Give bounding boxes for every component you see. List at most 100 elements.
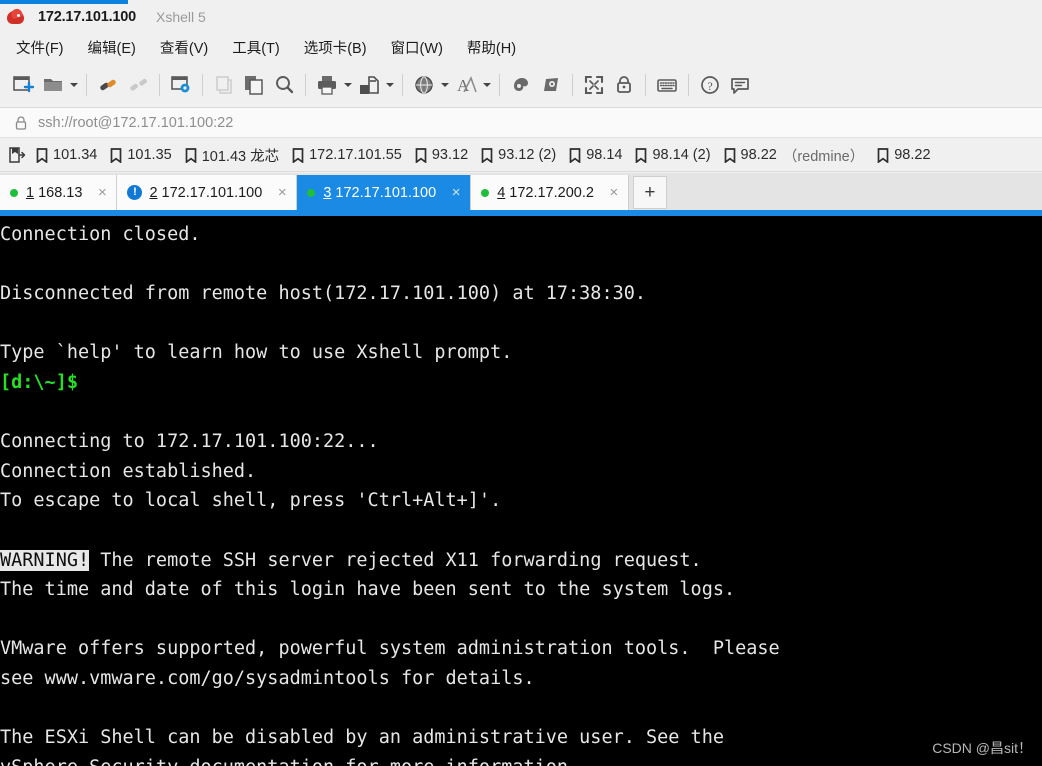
bookmark-icon: [415, 147, 427, 163]
tab-status-alert-icon: !: [127, 185, 143, 200]
toolbar-divider: [159, 74, 160, 96]
tab-close-icon[interactable]: ×: [274, 185, 290, 200]
globe-caret-down-icon[interactable]: [439, 70, 451, 100]
tab-number: 2: [149, 184, 158, 201]
transfer-caret-down-icon[interactable]: [384, 70, 396, 100]
bookmark-item[interactable]: 98.22 （redmine）: [724, 145, 864, 166]
open-folder-icon[interactable]: [38, 70, 68, 100]
print-icon[interactable]: [312, 70, 342, 100]
lock-icon: [14, 115, 28, 131]
bookmark-item[interactable]: 172.17.101.55: [292, 147, 402, 163]
toolbar-divider: [86, 74, 87, 96]
bookmark-icon: [36, 147, 48, 163]
globe-icon[interactable]: [409, 70, 439, 100]
bookmark-icon: [877, 147, 889, 163]
app-name-label: Xshell 5: [156, 9, 206, 25]
address-input[interactable]: ssh://root@172.17.101.100:22: [38, 115, 233, 131]
tab-2[interactable]: ! 2 172.17.101.100 ×: [117, 175, 298, 210]
menu-tools[interactable]: 工具(T): [230, 35, 282, 60]
terminal-line: To escape to local shell, press 'Ctrl+Al…: [0, 490, 502, 512]
add-bookmark-icon[interactable]: [6, 144, 28, 166]
bookmark-label: 101.34: [53, 147, 98, 163]
menu-tabs[interactable]: 选项卡(B): [302, 35, 369, 60]
font-caret-down-icon[interactable]: [481, 70, 493, 100]
chat-icon[interactable]: [725, 70, 755, 100]
find-icon[interactable]: [269, 70, 299, 100]
terminal-line: WARNING! The remote SSH server rejected …: [0, 546, 1042, 576]
warning-badge: WARNING!: [0, 549, 90, 571]
bookmark-icon: [724, 147, 736, 163]
bookmark-item[interactable]: 98.14: [569, 147, 622, 163]
terminal-line: [d:\~]$: [0, 368, 1042, 398]
open-folder-caret-down-icon[interactable]: [68, 70, 80, 100]
watermark-label: CSDN @昌sit！: [932, 740, 1032, 756]
lock-icon[interactable]: [609, 70, 639, 100]
bookmark-label: 98.22: [740, 147, 777, 163]
bookmark-item[interactable]: 98.22: [877, 147, 931, 163]
toolbar-divider: [402, 74, 403, 96]
bookmark-icon: [481, 147, 493, 163]
new-tab-button[interactable]: +: [632, 176, 667, 209]
tab-close-icon[interactable]: ×: [606, 185, 622, 200]
bookmark-label: 172.17.101.55: [309, 147, 402, 163]
bookmark-item[interactable]: 98.14 (2): [635, 147, 711, 163]
terminal-line: Type `help' to learn how to use Xshell p…: [0, 342, 513, 364]
tab-number: 1: [26, 184, 35, 201]
disconnect-icon: [123, 70, 153, 100]
toolbar-divider: [688, 74, 689, 96]
bookmark-label: 101.43 龙芯: [201, 148, 280, 165]
bookmark-item[interactable]: 101.35: [110, 147, 172, 163]
window-title: 172.17.101.100: [38, 9, 136, 25]
terminal-line: Connection established.: [0, 460, 257, 482]
compose-icon[interactable]: [536, 70, 566, 100]
new-session-icon[interactable]: [8, 70, 38, 100]
tab-status-connected-icon: [481, 188, 490, 197]
terminal-output[interactable]: Connection closed. Disconnected from rem…: [0, 216, 1042, 766]
session-properties-icon[interactable]: [166, 70, 196, 100]
terminal-line: Connection closed.: [0, 224, 201, 245]
address-bar[interactable]: ssh://root@172.17.101.100:22: [0, 108, 1042, 138]
keyboard-icon[interactable]: [652, 70, 682, 100]
fullscreen-icon[interactable]: [579, 70, 609, 100]
tab-1[interactable]: 1 168.13 ×: [0, 175, 118, 210]
bookmark-icon: [185, 147, 197, 163]
tab-4[interactable]: 4 172.17.200.2 ×: [471, 175, 629, 210]
tab-label: 172.17.101.100: [335, 184, 437, 201]
tab-bar: 1 168.13 × ! 2 172.17.101.100 × 3 172.17…: [0, 173, 1042, 210]
bookmark-label: 98.22: [894, 147, 931, 163]
terminal-line-text: The remote SSH server rejected X11 forwa…: [89, 549, 702, 571]
log-icon[interactable]: [506, 70, 536, 100]
tab-number: 3: [323, 184, 332, 201]
toolbar-divider: [202, 74, 203, 96]
terminal-line: vSphere Security documentation for more …: [0, 753, 1042, 766]
print-caret-down-icon[interactable]: [342, 70, 354, 100]
connect-icon[interactable]: [93, 70, 123, 100]
bookmark-item[interactable]: 101.43 龙芯: [185, 145, 279, 166]
bookmark-item[interactable]: 93.12: [415, 147, 468, 163]
title-bar: 172.17.101.100 Xshell 5: [0, 4, 1042, 30]
menu-window[interactable]: 窗口(W): [389, 35, 445, 60]
menu-view[interactable]: 查看(V): [158, 35, 210, 60]
tab-close-icon[interactable]: ×: [448, 185, 464, 200]
help-icon[interactable]: ?: [695, 70, 725, 100]
bookmark-item[interactable]: 101.34: [36, 147, 97, 163]
tab-close-icon[interactable]: ×: [94, 185, 110, 200]
paste-icon[interactable]: [239, 70, 269, 100]
bookmark-icon: [110, 147, 122, 163]
menu-help[interactable]: 帮助(H): [465, 35, 518, 60]
svg-text:?: ?: [707, 79, 712, 93]
menu-file[interactable]: 文件(F): [14, 35, 66, 60]
tab-3[interactable]: 3 172.17.101.100 ×: [297, 175, 472, 210]
menu-edit[interactable]: 编辑(E): [86, 35, 138, 60]
terminal-line: VMware offers supported, powerful system…: [0, 638, 780, 660]
terminal-line: see www.vmware.com/go/sysadmintools for …: [0, 667, 535, 689]
toolbar: A ?: [0, 63, 1042, 108]
font-icon[interactable]: A: [451, 70, 481, 100]
transfer-file-icon[interactable]: [354, 70, 384, 100]
bookmark-label: 93.12: [431, 147, 469, 163]
bookmark-item[interactable]: 93.12 (2): [481, 147, 556, 163]
